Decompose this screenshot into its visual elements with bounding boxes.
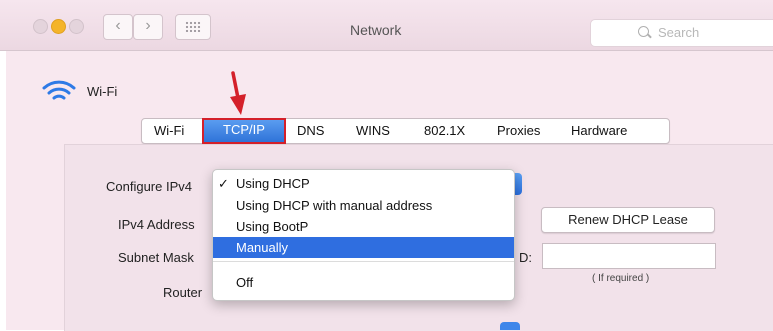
grid-icon <box>185 21 201 32</box>
search-placeholder: Search <box>658 25 700 40</box>
renew-dhcp-lease-button[interactable]: Renew DHCP Lease <box>541 207 715 233</box>
minimize-window-button[interactable] <box>51 19 66 34</box>
menu-item-manually[interactable]: Manually <box>213 237 514 258</box>
show-all-button[interactable] <box>175 14 211 40</box>
menu-item-label: Off <box>236 275 254 290</box>
search-icon <box>638 26 649 37</box>
configure-ipv4-dropdown-menu: ✓ Using DHCP Using DHCP with manual addr… <box>212 169 515 301</box>
ipv4-address-label: IPv4 Address <box>118 217 195 232</box>
dhcp-client-id-input[interactable] <box>542 243 716 269</box>
if-required-hint: ( If required ) <box>592 273 650 284</box>
subnet-mask-label: Subnet Mask <box>118 250 194 265</box>
router-label: Router <box>163 285 203 300</box>
search-input[interactable]: Search <box>590 19 773 47</box>
forward-button[interactable]: › <box>133 14 163 40</box>
window-toolbar: ‹ › Network Search <box>0 0 773 51</box>
service-name: Wi-Fi <box>87 84 118 99</box>
window-title: Network <box>350 22 402 38</box>
back-button[interactable]: ‹ <box>103 14 133 40</box>
menu-item-label: Manually <box>236 240 289 255</box>
menu-item-using-bootp[interactable]: Using BootP <box>213 216 514 237</box>
configure-ipv4-label: Configure IPv4 <box>106 179 192 194</box>
tab-dns[interactable]: DNS <box>297 119 324 143</box>
menu-item-label: Using DHCP with manual address <box>236 198 433 213</box>
zoom-window-button[interactable] <box>69 19 84 34</box>
tab-proxies[interactable]: Proxies <box>497 119 540 143</box>
checkmark-icon: ✓ <box>218 176 229 191</box>
tab-tcpip[interactable]: TCP/IP <box>202 118 286 144</box>
menu-item-using-dhcp[interactable]: ✓ Using DHCP <box>213 173 514 194</box>
annotation-arrow-icon <box>230 71 246 115</box>
network-preferences-window: ‹ › Network Search Wi-Fi Wi-Fi TCP/IP DN… <box>0 0 773 331</box>
tab-wifi[interactable]: Wi-Fi <box>154 119 184 143</box>
menu-item-using-dhcp-manual-address[interactable]: Using DHCP with manual address <box>213 195 514 216</box>
tab-8021x[interactable]: 802.1X <box>424 119 465 143</box>
menu-item-label: Using BootP <box>236 219 309 234</box>
close-window-button[interactable] <box>33 19 48 34</box>
chevron-left-icon: ‹ <box>115 17 121 34</box>
menu-item-off[interactable]: Off <box>213 272 514 293</box>
dhcp-client-id-label: D: <box>519 250 532 265</box>
chevron-right-icon: › <box>145 17 151 34</box>
tab-bar: Wi-Fi TCP/IP DNS WINS 802.1X Proxies Har… <box>141 118 670 144</box>
popup-arrows[interactable] <box>500 322 520 330</box>
menu-separator <box>213 261 514 262</box>
tab-wins[interactable]: WINS <box>356 119 390 143</box>
tab-hardware[interactable]: Hardware <box>571 119 627 143</box>
wifi-icon <box>42 80 76 100</box>
menu-item-label: Using DHCP <box>236 176 310 191</box>
